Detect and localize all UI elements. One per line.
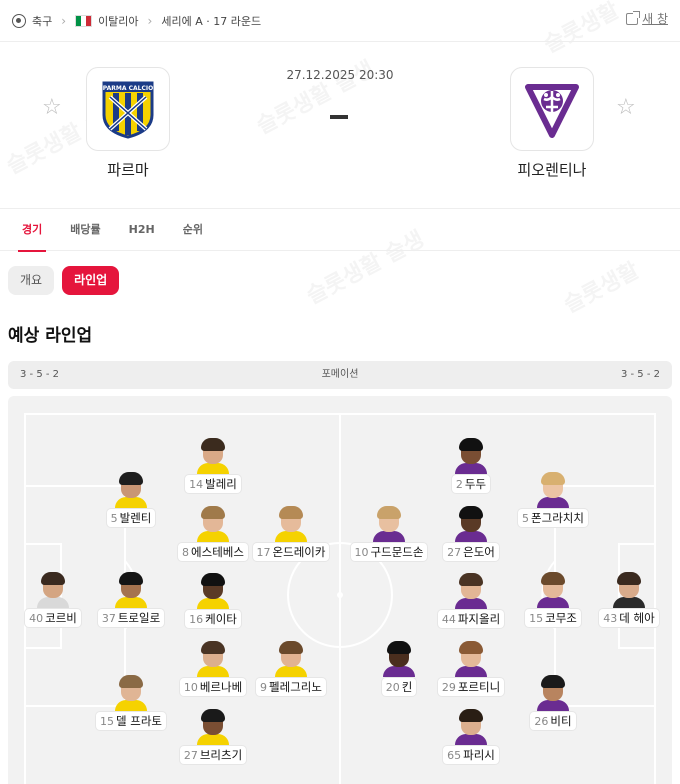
player-photo — [455, 709, 487, 745]
player-label: 5 폰그라치치 — [518, 509, 588, 527]
chevron-right-icon: › — [147, 13, 153, 28]
player-photo — [613, 572, 645, 608]
player-photo — [197, 573, 229, 609]
player-photo — [275, 641, 307, 677]
player-photo — [197, 506, 229, 542]
player-home[interactable]: 27 브리츠기 — [163, 709, 263, 768]
formation-bar: 3 - 5 - 2 포메이션 3 - 5 - 2 — [8, 361, 672, 389]
away-team-crest[interactable] — [510, 67, 594, 151]
player-photo — [373, 506, 405, 542]
player-away[interactable]: 65 파리시 — [421, 709, 521, 768]
formation-label: 포메이션 — [321, 369, 359, 380]
subtabs: 개요 라인업 — [8, 266, 120, 295]
player-label: 8 에스테베스 — [178, 543, 248, 561]
fiorentina-crest-icon — [525, 84, 579, 138]
player-photo — [537, 675, 569, 711]
subtab-summary[interactable]: 개요 — [8, 266, 55, 295]
player-photo — [455, 506, 487, 542]
player-photo — [537, 472, 569, 508]
player-label: 17 온드레이카 — [252, 543, 330, 561]
favorite-star-icon[interactable]: ☆ — [42, 97, 62, 119]
breadcrumb: 축구 › 이탈리아 › 세리에 A · 17 라운드 새 창 — [0, 0, 680, 42]
chevron-right-icon: › — [61, 13, 67, 28]
soccer-ball-icon — [12, 13, 26, 28]
player-photo — [197, 438, 229, 474]
player-photo — [197, 709, 229, 745]
parma-crest-icon: PARMA CALCIO — [102, 81, 154, 139]
player-photo — [537, 572, 569, 608]
match-tabs: 경기 배당률 H2H 순위 — [0, 209, 680, 252]
favorite-star-icon[interactable]: ☆ — [616, 97, 636, 119]
player-label: 43 데 헤아 — [599, 609, 659, 627]
player-photo — [275, 506, 307, 542]
player-label: 9 펠레그리노 — [256, 678, 326, 696]
player-label: 10 베르나베 — [179, 678, 247, 696]
player-photo — [455, 438, 487, 474]
breadcrumb-country[interactable]: 이탈리아 — [98, 13, 138, 29]
player-away[interactable]: 10 구드문드손 — [339, 506, 439, 565]
player-home[interactable]: 9 펠레그리노 — [241, 641, 341, 700]
new-window-link[interactable]: 새 창 — [626, 10, 668, 27]
player-label: 40 코르비 — [25, 609, 81, 627]
player-photo — [197, 641, 229, 677]
player-home[interactable]: 14 발레리 — [163, 438, 263, 497]
lineup-title: 예상 라인업 — [8, 326, 93, 346]
player-label: 27 은도어 — [443, 543, 499, 561]
player-photo — [115, 675, 147, 711]
player-label: 10 구드문드손 — [350, 543, 428, 561]
player-photo — [455, 641, 487, 677]
score-placeholder — [330, 115, 348, 119]
watermark: 슬롯생활 — [557, 253, 644, 319]
breadcrumb-sport[interactable]: 축구 — [32, 13, 52, 29]
player-label: 14 발레리 — [185, 475, 241, 493]
player-photo — [37, 572, 69, 608]
pitch: 40 코르비 5 발렌티 37 트로일로 15 델 프라토 14 발레리 8 에스테베스 1… — [8, 396, 672, 784]
player-photo — [115, 472, 147, 508]
breadcrumb-league[interactable]: 세리에 A · 17 라운드 — [161, 13, 261, 29]
player-label: 26 비티 — [530, 712, 576, 730]
home-team-name[interactable]: 파르마 — [58, 159, 198, 180]
svg-text:PARMA CALCIO: PARMA CALCIO — [103, 85, 153, 92]
player-photo — [455, 573, 487, 609]
tab-standings[interactable]: 순위 — [183, 209, 203, 251]
tab-match[interactable]: 경기 — [17, 209, 47, 252]
player-label: 44 파지올리 — [437, 610, 505, 628]
tab-h2h[interactable]: H2H — [129, 209, 155, 251]
player-away[interactable]: 20 킨 — [349, 641, 449, 700]
player-away[interactable]: 44 파지올리 — [421, 573, 521, 632]
player-label: 2 두두 — [451, 475, 491, 493]
player-label: 37 트로일로 — [97, 609, 165, 627]
player-photo — [383, 641, 415, 677]
italy-flag-icon — [75, 14, 93, 27]
player-photo — [115, 572, 147, 608]
player-label: 15 델 프라토 — [96, 712, 166, 730]
player-label: 15 코무조 — [525, 609, 581, 627]
match-header: ☆ PARMA CALCIO 파르마 27.12.2025 20:30 피오렌티… — [0, 43, 680, 209]
away-formation: 3 - 5 - 2 — [620, 369, 660, 380]
player-label: 65 파리시 — [443, 746, 499, 764]
player-label: 16 케이타 — [185, 610, 241, 628]
subtab-lineups[interactable]: 라인업 — [62, 266, 120, 295]
player-label: 27 브리츠기 — [179, 746, 247, 764]
player-label: 5 발렌티 — [106, 509, 156, 527]
away-team-name[interactable]: 피오렌티나 — [482, 159, 622, 180]
new-window-label: 새 창 — [642, 12, 668, 26]
home-team-crest[interactable]: PARMA CALCIO — [86, 67, 170, 151]
tab-odds[interactable]: 배당률 — [70, 209, 100, 251]
player-away[interactable]: 2 두두 — [421, 438, 521, 497]
match-datetime: 27.12.2025 20:30 — [286, 68, 394, 82]
player-home[interactable]: 16 케이타 — [163, 573, 263, 632]
player-home[interactable]: 17 온드레이카 — [241, 506, 341, 565]
external-link-icon — [626, 10, 641, 25]
player-label: 20 킨 — [381, 678, 417, 696]
